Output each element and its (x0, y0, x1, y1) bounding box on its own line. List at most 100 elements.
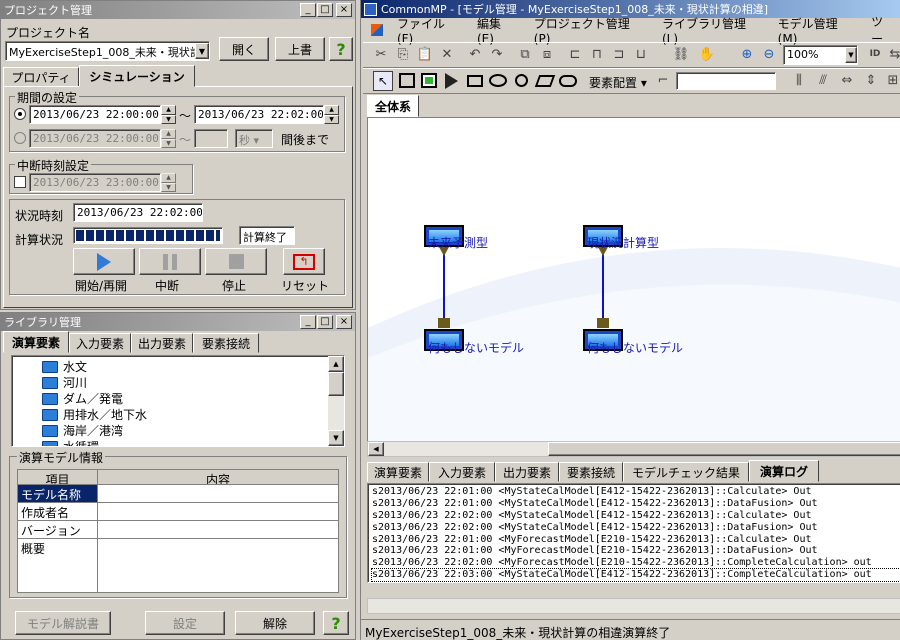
tab-bottom-output-elements[interactable]: 出力要素 (495, 462, 559, 482)
grid-row-version[interactable]: バージョン (17, 520, 98, 539)
canvas-hscrollbar[interactable]: ◀ (367, 441, 900, 457)
maximize-icon[interactable]: □ (317, 3, 333, 17)
period-radio-unselected[interactable] (14, 132, 26, 144)
menu-model[interactable]: モデル管理(M) (770, 15, 865, 46)
library-tree[interactable]: 水文 河川 ダム／発電 用排水／地下水 海岸／港湾 水循環 ▲ ▼ (11, 355, 345, 447)
hand-icon[interactable]: ✋ (697, 44, 717, 64)
end-time-field[interactable]: 2013/06/23 22:02:00 (194, 105, 324, 124)
help-button[interactable]: ? (329, 37, 353, 61)
reset-button[interactable]: ↰ (283, 248, 325, 275)
menu-project[interactable]: プロジェクト管理(P) (526, 15, 654, 46)
model-canvas[interactable]: 未来予測型 現状況計算型 何もしないモデル 何もしないモデル (367, 117, 900, 442)
log-line[interactable]: s2013/06/23 22:02:00 <MyForecastModel[E2… (372, 557, 900, 569)
paste-icon[interactable]: 📋 (415, 44, 435, 64)
period-radio-selected[interactable] (14, 108, 26, 120)
tab-element-connection[interactable]: 要素接続 (193, 333, 259, 353)
input-port[interactable] (438, 318, 450, 328)
tree-item-coast[interactable]: 海岸／港湾 (42, 422, 123, 439)
log-line[interactable]: s2013/06/23 22:01:00 <MyStateCalModel[E4… (372, 486, 900, 498)
interrupt-checkbox[interactable] (14, 176, 26, 188)
circle-tool-icon[interactable] (515, 74, 528, 87)
zoom-in-icon[interactable]: ⊕ (737, 44, 757, 64)
cut-icon[interactable]: ✂ (371, 44, 391, 64)
log-line[interactable]: s2013/06/23 22:01:00 <MyForecastModel[E2… (372, 534, 900, 546)
frame-tool-icon[interactable] (399, 73, 415, 88)
align-right-icon[interactable]: ⊐ (609, 44, 629, 64)
arrange-icon[interactable]: ⇆ (885, 44, 900, 64)
tab-simulation[interactable]: シミュレーション (79, 65, 195, 87)
tab-bottom-calc-log[interactable]: 演算ログ (749, 460, 819, 482)
log-hscrollbar[interactable] (367, 598, 900, 614)
scroll-up-icon[interactable]: ▲ (328, 356, 344, 372)
same-width-icon[interactable]: ⇔ (837, 70, 857, 90)
ungroup-icon[interactable]: ⧈ (537, 44, 557, 64)
ellipse-tool-icon[interactable] (489, 74, 507, 87)
id-icon[interactable]: ID (865, 44, 885, 64)
undo-icon[interactable]: ↶ (465, 44, 485, 64)
project-name-select[interactable]: MyExerciseStep1_008_未来・現状計 (5, 41, 210, 61)
tree-item-water-cycle[interactable]: 水循環 (42, 438, 99, 446)
start-time-field[interactable]: 2013/06/23 22:00:00 (29, 105, 161, 124)
calc-log-list[interactable]: s2013/06/23 22:01:00 <MyStateCalModel[E4… (367, 483, 900, 583)
copy-icon[interactable]: ⎘ (393, 44, 413, 64)
tab-calc-elements[interactable]: 演算要素 (3, 331, 69, 353)
chevron-down-icon[interactable]: ▼ (845, 47, 857, 63)
distribute-h-icon[interactable]: ⫼ (789, 70, 809, 90)
align-center-icon[interactable]: ⊓ (587, 44, 607, 64)
tree-item-water-supply[interactable]: 用排水／地下水 (42, 406, 147, 423)
log-line[interactable]: s2013/06/23 22:01:00 <MyStateCalModel[E4… (372, 498, 900, 510)
overwrite-button[interactable]: 上書 (275, 37, 325, 61)
grid-value-version[interactable] (97, 520, 339, 539)
close-icon[interactable]: × (336, 3, 352, 17)
grid-value-author[interactable] (97, 502, 339, 521)
grid-row-model-name[interactable]: モデル名称 (17, 484, 98, 503)
minimize-icon[interactable]: _ (300, 315, 316, 329)
connector-icon[interactable]: ⌐ (653, 70, 673, 90)
log-line[interactable]: s2013/06/23 22:01:00 <MyForecastModel[E2… (372, 545, 900, 557)
network-icon[interactable]: ⛓ (671, 44, 691, 64)
redo-icon[interactable]: ↷ (487, 44, 507, 64)
pause-button[interactable] (139, 248, 201, 275)
green-frame-tool-icon[interactable] (421, 73, 437, 88)
tree-item-dam[interactable]: ダム／発電 (42, 390, 123, 407)
delete-icon[interactable]: ✕ (437, 44, 457, 64)
triangle-tool-icon[interactable] (445, 73, 458, 89)
input-port[interactable] (597, 318, 609, 328)
scroll-left-icon[interactable]: ◀ (368, 442, 384, 456)
rectangle-tool-icon[interactable] (467, 75, 483, 87)
grid-value-model-name[interactable] (97, 484, 339, 503)
tab-output-elements[interactable]: 出力要素 (131, 333, 193, 353)
scroll-down-icon[interactable]: ▼ (328, 430, 344, 446)
maximize-icon[interactable]: □ (317, 315, 333, 329)
tab-input-elements[interactable]: 入力要素 (69, 333, 131, 353)
log-line[interactable]: s2013/06/23 22:02:00 <MyStateCalModel[E4… (372, 522, 900, 534)
scroll-thumb[interactable] (548, 442, 900, 456)
tree-vscrollbar[interactable]: ▲ ▼ (328, 356, 344, 446)
zoom-out-icon[interactable]: ⊖ (759, 44, 779, 64)
distribute-v-icon[interactable]: ⫻ (813, 70, 833, 90)
rounded-rect-tool-icon[interactable] (559, 75, 577, 87)
open-button[interactable]: 開く (219, 37, 269, 61)
end-time-spinner[interactable]: ▲ ▼ (324, 105, 339, 124)
grid-row-summary[interactable]: 概要 (17, 538, 98, 593)
tab-bottom-calc-elements[interactable]: 演算要素 (367, 462, 429, 482)
menu-library[interactable]: ライブラリ管理(L) (654, 15, 770, 46)
tree-item-river[interactable]: 河川 (42, 374, 87, 391)
tab-bottom-input-elements[interactable]: 入力要素 (429, 462, 495, 482)
tab-whole-system[interactable]: 全体系 (367, 95, 419, 117)
library-help-button[interactable]: ? (323, 611, 349, 635)
tab-bottom-model-check[interactable]: モデルチェック結果 (623, 462, 749, 482)
release-button[interactable]: 解除 (235, 611, 315, 635)
chevron-down-icon[interactable]: ▼ (195, 43, 209, 59)
pointer-tool-icon[interactable]: ↖ (373, 71, 393, 91)
start-time-spinner[interactable]: ▲ ▼ (161, 105, 176, 124)
close-icon[interactable]: × (336, 315, 352, 329)
log-line[interactable]: s2013/06/23 22:02:00 <MyStateCalModel[E4… (372, 510, 900, 522)
tab-bottom-element-connection[interactable]: 要素接続 (559, 462, 623, 482)
menu-file[interactable]: ファイル(F) (389, 15, 469, 46)
tree-item-hydrology[interactable]: 水文 (42, 358, 87, 375)
same-size-icon[interactable]: ⊞ (883, 70, 900, 90)
log-line[interactable]: s2013/06/23 22:03:00 <MyStateCalModel[E4… (371, 568, 900, 582)
layout-menu[interactable]: 要素配置 ▾ (589, 74, 647, 91)
grid-row-author[interactable]: 作成者名 (17, 502, 98, 521)
